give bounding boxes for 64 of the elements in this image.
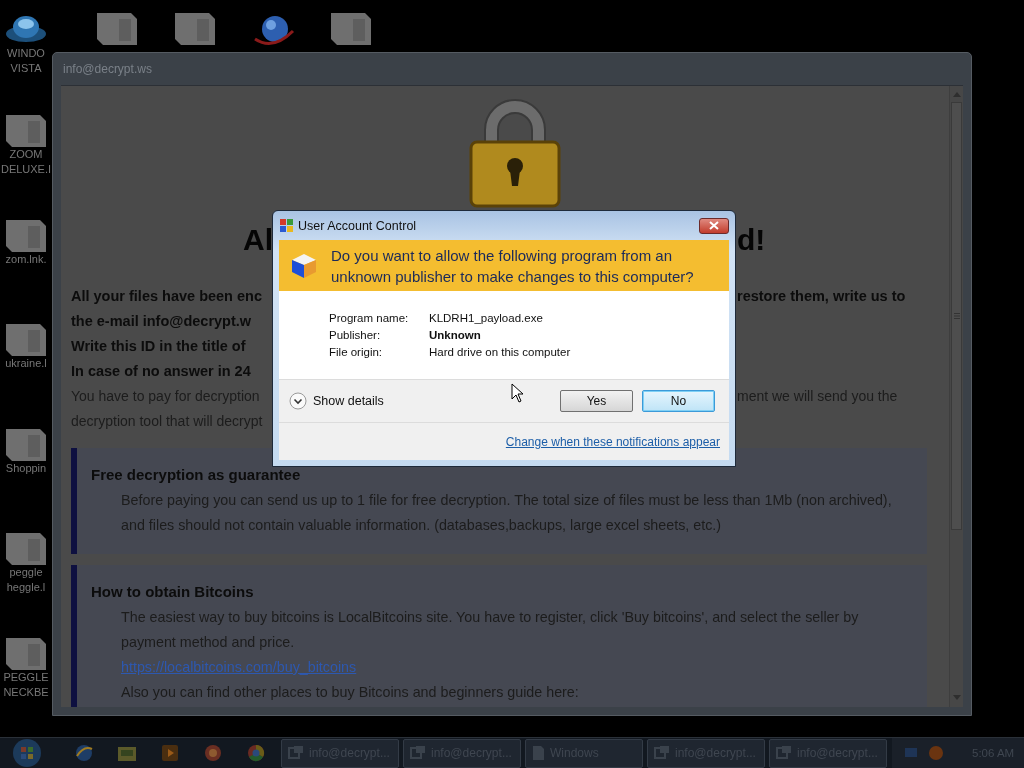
scrollbar-thumb[interactable] [951,102,962,530]
note-text: Write this ID in the title of [71,337,247,354]
app-window-icon [776,745,792,761]
scroll-down-icon[interactable] [952,695,961,701]
note-text: In case of no answer in 24 [71,362,252,379]
grip-icon [953,313,960,319]
note-text: restore them, write us to [737,287,907,304]
file-icon [4,637,48,670]
icon-label: ukraine.l [5,356,47,371]
field-label: File origin: [329,345,384,360]
field-value: Hard drive on this computer [429,345,572,360]
show-details-button[interactable]: Show details [289,392,384,410]
field-label: Program name: [329,311,410,326]
field-value: KLDRH1_payload.exe [429,311,544,326]
icon-label: VISTA [10,61,42,76]
icon-label: peggle [9,565,43,580]
app-icon[interactable] [202,743,223,763]
program-box-icon [291,252,317,279]
icon-label: NECKBE [3,684,49,700]
dialog-question: Do you want to allow the following program from an unknown publisher to make changes to this computer? [331,245,694,287]
yes-button[interactable]: Yes [560,390,633,412]
close-icon [709,221,719,230]
padlock-icon [468,96,562,208]
notification-settings-link[interactable]: Change when these notifications appear [505,434,720,449]
window-title: info@decrypt.ws [62,62,152,76]
box-title: How to obtain Bitcoins [91,582,255,602]
icon-label: WINDO [7,46,45,61]
shield-tray-icon[interactable] [928,745,944,761]
scroll-up-icon[interactable] [952,91,961,97]
note-text: All your files have been enc [71,287,263,304]
icon-label: Shoppin [5,460,47,476]
file-icon [4,533,48,565]
field-label: Publisher: [329,328,382,343]
chevron-down-icon [289,392,307,410]
document-icon [532,745,545,761]
bitcoin-link[interactable]: https://localbitcoins.com/buy_bitcoins [121,655,357,680]
field-value: Unknown [429,328,482,343]
file-icon [4,115,48,147]
heading: d! [737,223,766,257]
chrome-icon[interactable] [245,743,266,763]
file-icon [4,428,48,461]
folder-icon[interactable] [116,744,137,762]
note-text: the e-mail info@decrypt.w [71,312,253,329]
file-icon [95,13,139,45]
dialog-title: User Account Control [298,218,418,233]
app-window-icon [288,745,304,761]
close-button[interactable] [699,217,729,234]
box-title: Free decryption as guarantee [91,465,302,485]
icon-label: PEGGLE [3,669,49,685]
icon-label: DELUXE.I [0,162,52,177]
file-icon [173,13,217,45]
file-icon [4,219,48,252]
icon-label: zom.lnk. [5,251,47,267]
no-button[interactable]: No [642,390,715,412]
media-player-icon[interactable] [160,744,179,762]
heading: Al [243,223,273,257]
app-window-icon [410,745,426,761]
icon-label: ZOOM [9,147,43,162]
app-window-icon [654,745,670,761]
mouse-cursor-icon [511,383,525,403]
icon-label: heggle.l [6,580,46,595]
file-icon [4,324,48,356]
browser-icon[interactable] [73,743,94,763]
file-icon [329,13,373,45]
